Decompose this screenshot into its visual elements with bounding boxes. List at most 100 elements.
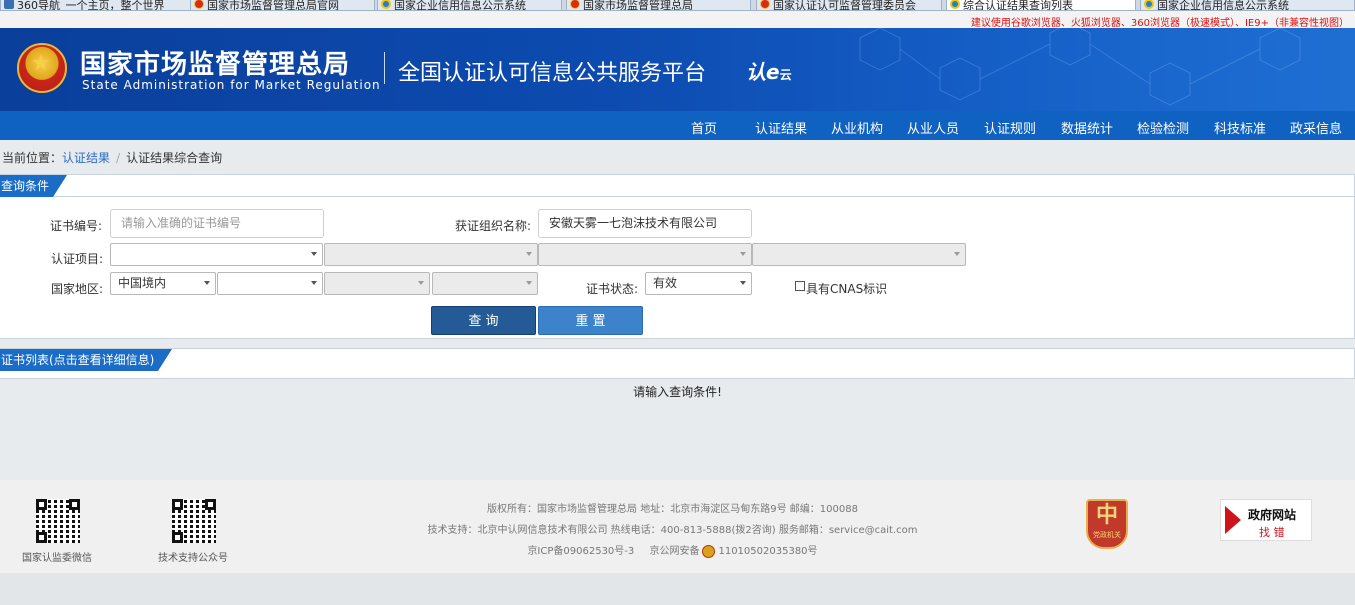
nav-institutions[interactable]: 从业机构 <box>831 118 883 137</box>
ie-icon <box>1144 0 1154 9</box>
chevron-down-icon <box>418 281 424 285</box>
icp-link[interactable]: 京ICP备09062530号-3 <box>527 546 634 557</box>
ie-icon <box>381 0 391 9</box>
header-divider <box>384 52 385 84</box>
chevron-down-icon <box>740 281 746 285</box>
browser-tab[interactable]: 国家企业信用信息公示系统 <box>1140 0 1355 11</box>
tab-label: 国家认证认可监督管理委员会 <box>773 0 916 11</box>
cert-list-title: 证书列表(点击查看详细信息) <box>0 349 173 371</box>
ie-icon <box>950 0 960 9</box>
breadcrumb-prefix: 当前位置： <box>2 151 63 165</box>
chevron-down-icon <box>954 252 960 256</box>
org-name-en: State Administration for Market Regulati… <box>82 78 381 92</box>
browser-notice: 建议使用谷歌浏览器、火狐浏览器、360浏览器（极速模式）、IE9+（非兼容性视图… <box>970 18 1349 29</box>
browser-tab[interactable]: 国家企业信用信息公示系统 <box>377 0 562 11</box>
report-error-label: 找 错 <box>1259 526 1285 539</box>
police-prefix: 京公网安备 <box>649 546 700 557</box>
breadcrumb-current: 认证结果综合查询 <box>126 151 223 165</box>
header-banner: ★ 国家市场监督管理总局 State Administration for Ma… <box>0 28 1355 111</box>
status-label: 证书状态: <box>586 282 639 296</box>
browser-tab[interactable]: 360导航_一个主页，整个世界 <box>0 0 200 11</box>
footer-copyright: 版权所有：国家市场监督管理总局 地址：北京市海淀区马甸东路9号 邮编：10008… <box>487 504 858 515</box>
nav-standards[interactable]: 科技标准 <box>1214 118 1266 137</box>
reset-button[interactable]: 重 置 <box>538 306 643 335</box>
breadcrumb-link-cert-results[interactable]: 认证结果 <box>62 151 110 165</box>
nav-home[interactable]: 首页 <box>691 118 717 137</box>
query-panel: 查询条件 证书编号: 请输入准确的证书编号 获证组织名称: 安徽天雾一七泡沫技术… <box>0 174 1355 339</box>
tab-label: 国家企业信用信息公示系统 <box>1157 0 1289 11</box>
region-label: 国家地区: <box>51 282 104 296</box>
tab-label: 国家市场监督管理总局官网_ <box>207 0 345 11</box>
project-select-3 <box>538 243 752 266</box>
browser-tab-active[interactable]: 综合认证结果查询列表 <box>946 0 1136 11</box>
nav-procurement[interactable]: 政采信息 <box>1290 118 1342 137</box>
project-select-4 <box>752 243 966 266</box>
police-record-link[interactable]: 11010502035380号 <box>718 546 817 557</box>
region-city-select <box>324 272 430 295</box>
emblem-icon <box>194 0 204 9</box>
site-icon <box>4 0 14 9</box>
status-select[interactable]: 有效 <box>645 272 752 295</box>
breadcrumb: 当前位置：认证结果 / 认证结果综合查询 <box>2 149 222 166</box>
cert-no-input[interactable]: 请输入准确的证书编号 <box>110 209 324 238</box>
nav-rules[interactable]: 认证规则 <box>984 118 1036 137</box>
footer-bottom-strip <box>0 573 1355 605</box>
flag-icon <box>1225 506 1241 534</box>
org-name-label: 获证组织名称: <box>455 219 532 233</box>
renecloud-logo: 认e云 <box>746 56 792 85</box>
org-name-cn: 国家市场监督管理总局 <box>80 50 351 80</box>
chevron-down-icon <box>740 252 746 256</box>
cnas-label: 具有CNAS标识 <box>806 282 888 296</box>
main-nav: 首页 认证结果 从业机构 从业人员 认证规则 数据统计 检验检测 科技标准 政采… <box>0 111 1355 140</box>
project-select-2 <box>324 243 538 266</box>
tab-label: 国家市场监督管理总局 <box>583 0 693 11</box>
chevron-down-icon <box>311 281 317 285</box>
platform-title: 全国认证认可信息公共服务平台 <box>398 61 707 86</box>
query-panel-title: 查询条件 <box>0 175 68 197</box>
emblem-icon <box>570 0 580 9</box>
chevron-down-icon <box>204 281 210 285</box>
cnas-checkbox[interactable] <box>795 281 805 291</box>
tab-label: 国家企业信用信息公示系统 <box>394 0 526 11</box>
query-panel-header: 查询条件 <box>0 175 1355 197</box>
browser-tab[interactable]: 国家市场监督管理总局 <box>566 0 751 11</box>
logo-sub-text: 云 <box>779 68 792 82</box>
footer-icp-line: 京ICP备09062530号-3 京公网安备 11010502035380号 <box>0 542 1345 558</box>
national-emblem-logo: ★ <box>17 43 67 93</box>
party-govt-label: 党政机关 <box>1093 531 1121 539</box>
chevron-down-icon <box>526 252 532 256</box>
browser-tab-strip: 360导航_一个主页，整个世界 国家市场监督管理总局官网_ 国家企业信用信息公示… <box>0 0 1355 11</box>
govt-website-error-report[interactable]: 政府网站 找 错 <box>1220 499 1312 541</box>
region-province-select[interactable] <box>217 272 323 295</box>
chevron-down-icon <box>526 281 532 285</box>
nav-statistics[interactable]: 数据统计 <box>1061 118 1113 137</box>
project-label: 认证项目: <box>51 252 104 266</box>
logo-main-text: 认e <box>746 60 780 84</box>
govt-website-label: 政府网站 <box>1248 508 1297 522</box>
cert-no-label: 证书编号: <box>50 219 103 233</box>
status-value: 有效 <box>653 276 678 290</box>
browser-tab[interactable]: 国家认证认可监督管理委员会 <box>756 0 942 11</box>
browser-notice-bar: 建议使用谷歌浏览器、火狐浏览器、360浏览器（极速模式）、IE9+（非兼容性视图… <box>0 11 1355 29</box>
nav-inspection[interactable]: 检验检测 <box>1137 118 1189 137</box>
region-country-select[interactable]: 中国境内 <box>110 272 216 295</box>
hexagon-pattern-decoration <box>859 28 1301 106</box>
region-country-value: 中国境内 <box>118 276 167 290</box>
party-govt-agency-badge[interactable]: 中 党政机关 <box>1086 499 1128 549</box>
footer-tech-support: 技术支持：北京中认网信息技术有限公司 热线电话：400-813-5888(拨2咨… <box>427 525 918 536</box>
empty-query-message: 请输入查询条件! <box>633 385 722 399</box>
emblem-icon <box>760 0 770 9</box>
nav-personnel[interactable]: 从业人员 <box>907 118 959 137</box>
project-select-1[interactable] <box>110 243 323 266</box>
browser-tab[interactable]: 国家市场监督管理总局官网_ <box>190 0 375 11</box>
nav-cert-results[interactable]: 认证结果 <box>755 118 807 137</box>
cert-list-header: 证书列表(点击查看详细信息) <box>0 349 1355 371</box>
tab-label: 360导航_一个主页，整个世界 <box>17 0 165 11</box>
region-district-select <box>432 272 538 295</box>
party-govt-icon: 中 <box>1095 503 1118 528</box>
tab-label: 综合认证结果查询列表 <box>963 0 1073 11</box>
query-button[interactable]: 查 询 <box>431 306 536 335</box>
breadcrumb-separator: / <box>116 151 121 165</box>
org-name-input[interactable]: 安徽天雾一七泡沫技术有限公司 <box>538 209 752 238</box>
cert-list-panel: 证书列表(点击查看详细信息) <box>0 348 1355 379</box>
